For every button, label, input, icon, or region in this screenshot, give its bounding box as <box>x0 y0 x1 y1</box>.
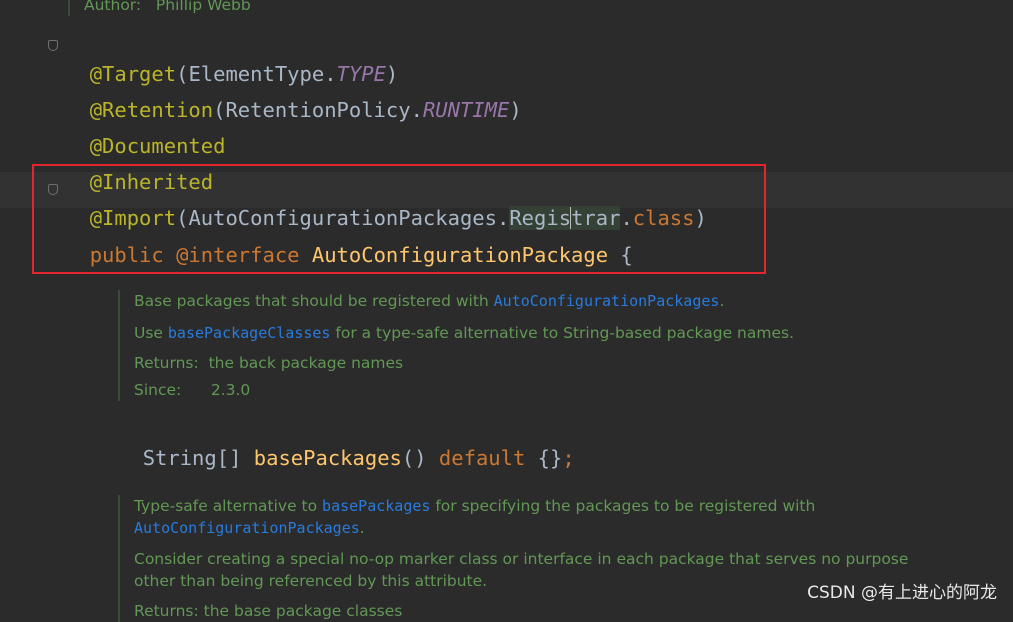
doc-returns-partial: Returns: the base package classes <box>134 602 403 620</box>
doc-link-basepackages[interactable]: basePackages <box>322 497 430 515</box>
doc-link-basepackageclasses[interactable]: basePackageClasses <box>168 324 331 342</box>
highlight-box <box>32 164 766 274</box>
doc-since: Since: 2.3.0 <box>134 379 794 401</box>
doc-comment-base-packages: Base packages that should be registered … <box>118 290 794 401</box>
default-keyword: default <box>438 446 526 470</box>
class-ref: RetentionPolicy. <box>225 98 423 122</box>
parens: () <box>401 446 439 470</box>
doc-returns: Returns: the back package names <box>134 352 794 374</box>
doc-text: Type-safe alternative to <box>134 497 323 515</box>
doc-link-autoconfigurationpackages[interactable]: AutoConfigurationPackages <box>494 292 720 310</box>
return-type: String[] <box>142 446 254 470</box>
code-line-basepackages[interactable]: String[] basePackages() default {}; <box>118 416 575 470</box>
paren: ) <box>509 98 522 122</box>
enum-const: RUNTIME <box>422 98 510 122</box>
returns-label: Returns: <box>134 354 199 372</box>
doc-line: Base packages that should be registered … <box>134 290 794 312</box>
method-name: basePackages <box>253 446 402 470</box>
code-line-retention[interactable]: @Retention(RetentionPolicy.RUNTIME) <box>65 68 522 122</box>
code-line-target[interactable]: @Target(ElementType.TYPE) <box>65 32 399 86</box>
fold-start-icon[interactable] <box>48 40 58 51</box>
semicolon: ; <box>562 446 575 470</box>
since-value: 2.3.0 <box>210 381 251 399</box>
watermark: CSDN @有上进心的阿龙 <box>807 583 997 603</box>
author-doc-line: Author: Phillip Webb <box>68 0 251 16</box>
doc-text: . <box>359 519 365 537</box>
doc-text: Base packages that should be registered … <box>134 292 494 310</box>
default-value: {} <box>525 446 563 470</box>
doc-comment-base-package-classes: Type-safe alternative to basePackages fo… <box>118 495 908 622</box>
author-value: Phillip Webb <box>155 0 251 14</box>
doc-text: Use <box>134 324 168 342</box>
since-label: Since: <box>134 381 182 399</box>
doc-text: for specifying the packages to be regist… <box>430 497 816 515</box>
doc-line: AutoConfigurationPackages. <box>134 517 908 539</box>
doc-line: Use basePackageClasses for a type-safe a… <box>134 322 794 344</box>
doc-text: for a type-safe alternative to String-ba… <box>330 324 794 342</box>
doc-line: Consider creating a special no-op marker… <box>134 550 909 568</box>
code-line-documented[interactable]: @Documented <box>65 104 226 158</box>
returns-value: the back package names <box>208 354 404 372</box>
doc-link-autoconfigurationpackages[interactable]: AutoConfigurationPackages <box>134 519 360 537</box>
author-label: Author: <box>84 0 142 14</box>
doc-line: Type-safe alternative to basePackages fo… <box>134 495 908 517</box>
doc-text: . <box>719 292 725 310</box>
doc-line: other than being referenced by this attr… <box>134 572 488 590</box>
